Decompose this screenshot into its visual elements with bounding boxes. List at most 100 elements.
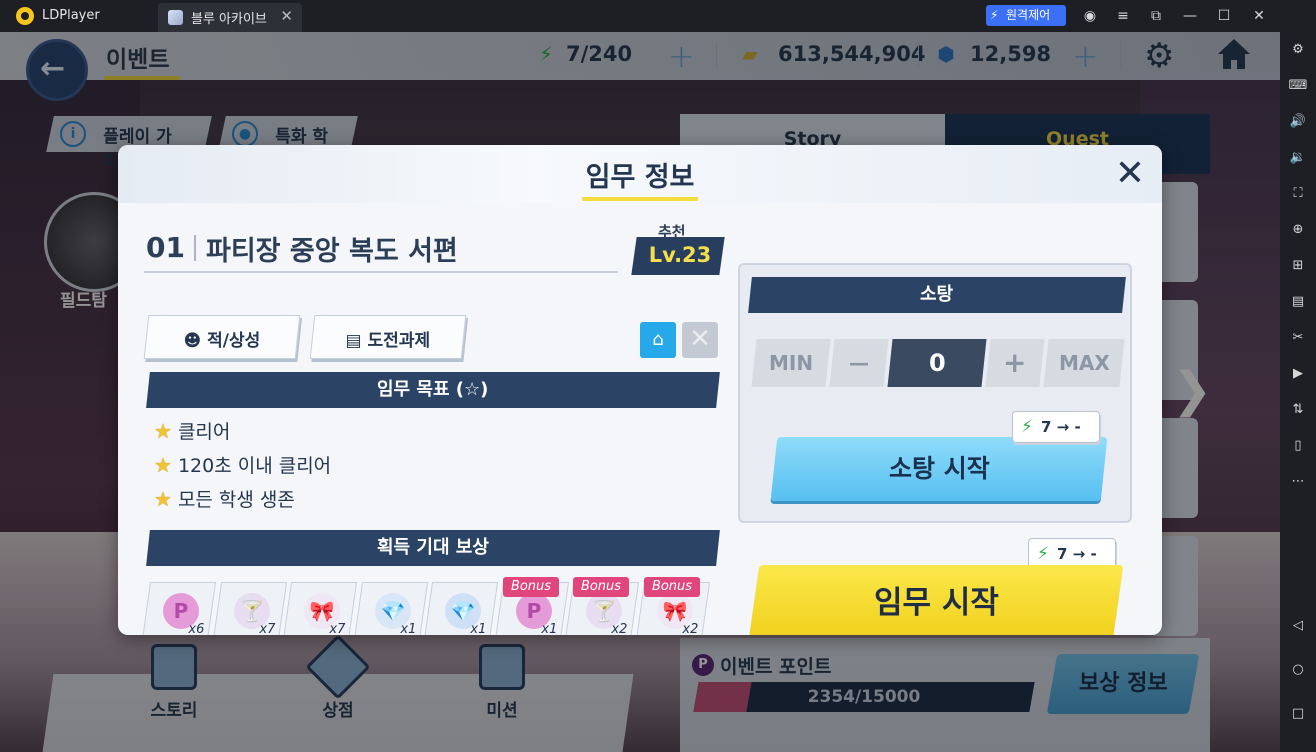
goal-item: ★ 모든 학생 생존 [154,485,295,512]
back-icon[interactable]: ◁ [1288,616,1308,636]
game-viewport: ← 이벤트 ⚡ 7/240 + ▰ 613,544,904 ⬢ 12,598 +… [0,32,1280,752]
recommended-level: Lv.23 [648,243,712,267]
expected-reward-header: 획득 기대 보상 [146,530,720,566]
sweep-header-label: 소탕 [920,284,954,305]
menu-icon[interactable]: ≡ [1113,6,1133,26]
sync-icon[interactable]: ⇅ [1288,400,1308,420]
reward-item[interactable]: 💎 x1 [423,582,499,635]
plus-icon: + [1003,346,1027,379]
home-icon[interactable]: ○ [1288,660,1308,680]
sweep-min-label: MIN [768,351,814,375]
remote-control-button[interactable]: 원격제어 [986,5,1066,26]
sweep-count-value: 0 [928,349,946,377]
more-icon[interactable]: ⋯ [1288,472,1308,492]
multi-instance-icon[interactable]: ⊞ [1288,256,1308,276]
reward-quantity: x2 [611,622,628,635]
shake-icon[interactable]: ▯ [1288,436,1308,456]
volume-down-icon[interactable]: 🔉 [1288,148,1308,168]
install-apk-icon[interactable]: ▤ [1288,292,1308,312]
tab-title: 블루 아카이브 [191,12,267,27]
reward-quantity: x1 [541,622,558,635]
ldplayer-logo-icon [16,7,34,25]
goal-text: 클리어 [177,421,231,443]
stage-number: 01 [146,231,185,264]
bonus-badge: Bonus [503,577,559,597]
expected-reward-header-label: 획득 기대 보상 [377,537,489,558]
restore-down-icon[interactable]: ⧉ [1146,6,1166,26]
mission-goal-header-label: 임무 목표 (☆) [377,379,489,400]
sweep-start-label: 소탕 시작 [888,454,990,483]
sweep-header: 소탕 [748,277,1126,313]
screenshot-icon[interactable]: ⛶ [1288,184,1308,204]
sweep-max-button[interactable]: MAX [1043,339,1125,387]
sweep-min-button[interactable]: MIN [751,339,831,387]
enemy-icon: ☻ [183,331,208,351]
dialog-title-underline [582,197,698,201]
enemy-affinity-label: 적/상성 [207,331,261,351]
dialog-title: 임무 정보 [585,162,695,193]
scissors-icon[interactable]: ✂ [1288,328,1308,348]
emulator-side-toolbar: ⚙ ⌨ 🔊 🔉 ⛶ ⊕ ⊞ ▤ ✂ ▶ ⇅ ▯ ⋯ ◁ ○ □ [1280,32,1316,752]
ap-icon: ⚡ [1021,417,1033,437]
reward-quantity: x1 [400,622,417,635]
minimize-icon[interactable]: — [1180,6,1200,26]
stage-name: 파티장 중앙 복도 서편 [206,236,458,267]
reward-item[interactable]: 🎀 x7 [282,582,358,635]
reward-quantity: x1 [470,622,487,635]
disabled-x-icon: ✕ [682,322,718,358]
sweep-start-button[interactable]: 소탕 시작 [770,437,1108,501]
settings-icon[interactable]: ⚙ [1288,40,1308,60]
star-icon: ★ [154,487,172,511]
game-tab-icon [168,10,183,25]
sweep-plus-button[interactable]: + [985,339,1045,387]
sweep-cost-bubble: ⚡ 7 → - [1012,411,1100,443]
reward-quantity: x6 [188,622,205,635]
mission-start-label: 임무 시작 [873,585,999,621]
mission-start-button[interactable]: 임무 시작 [748,565,1124,635]
goal-item: ★ 120초 이내 클리어 [154,451,331,478]
reward-quantity: x2 [682,622,699,635]
challenge-icon: ▤ [345,331,368,351]
dialog-close-icon[interactable]: ✕ [1110,153,1150,194]
tab-blue-archive[interactable]: 블루 아카이브 ✕ [158,3,302,32]
challenge-button[interactable]: ▤ 도전과제 [309,315,467,359]
recommended-label: 추천 [658,223,686,241]
reward-item[interactable]: 🍸 x7 [212,582,288,635]
mission-info-dialog: 임무 정보 ✕ 01 파티장 중앙 복도 서편 추천 Lv.23 ☻ 적/상성 … [118,145,1162,635]
challenge-label: 도전과제 [367,331,431,351]
minus-icon: — [849,351,869,375]
record-icon[interactable]: ▶ [1288,364,1308,384]
goal-text: 모든 학생 생존 [177,489,295,511]
app-name: LDPlayer [42,8,100,23]
star-icon: ★ [154,419,172,443]
sweep-panel: 소탕 MIN — 0 + MAX 소탕 시작 ⚡ 7 → - [738,263,1132,523]
recent-apps-icon[interactable]: □ [1288,704,1308,724]
maximize-icon[interactable]: ☐ [1214,6,1234,26]
reward-quantity: x7 [259,622,276,635]
sweep-count: 0 [887,339,987,387]
stage-title-divider [194,235,196,261]
reward-item[interactable]: Px6 [141,582,217,635]
bonus-badge: Bonus [573,577,629,597]
reward-item[interactable]: 💎 x1 [353,582,429,635]
stage-title-underline [144,271,618,273]
start-cost-value: 7 → - [1057,545,1097,563]
sweep-max-label: MAX [1058,351,1110,375]
sweep-cost-value: 7 → - [1041,418,1081,436]
keyboard-icon[interactable]: ⌨ [1288,76,1308,96]
volume-up-icon[interactable]: 🔊 [1288,112,1308,132]
close-icon[interactable]: ✕ [1249,6,1269,26]
enemy-affinity-button[interactable]: ☻ 적/상성 [143,315,301,359]
goal-text: 120초 이내 클리어 [177,455,332,477]
add-apk-icon[interactable]: ⊕ [1288,220,1308,240]
account-icon[interactable]: ◉ [1080,6,1100,26]
star-icon: ★ [154,453,172,477]
mission-goal-header: 임무 목표 (☆) [146,372,720,408]
sweep-minus-button[interactable]: — [829,339,889,387]
bonus-badge: Bonus [644,577,700,597]
home-shortcut-icon[interactable]: ⌂ [640,322,676,358]
emulator-title-bar: LDPlayer 블루 아카이브 ✕ 원격제어 ◉ ≡ ⧉ — ☐ ✕ [0,0,1316,32]
goal-item: ★ 클리어 [154,417,230,444]
tab-close-icon[interactable]: ✕ [280,7,293,25]
remote-control-label: 원격제어 [1006,8,1051,22]
